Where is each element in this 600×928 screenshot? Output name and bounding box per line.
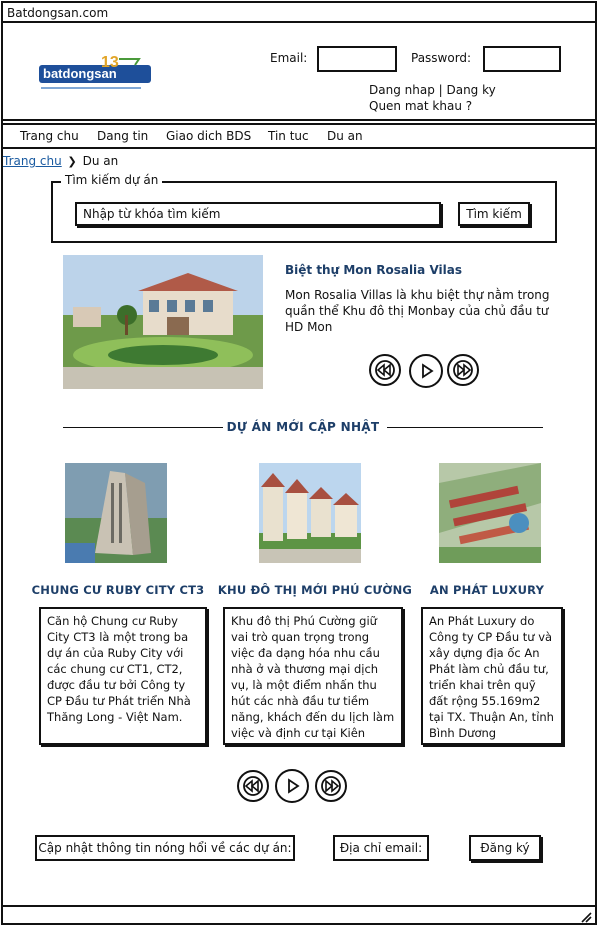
nav-item-projects[interactable]: Du an [327, 129, 363, 143]
subscribe-label: Cập nhật thông tin nóng hổi về các dự án… [35, 835, 295, 861]
subscribe-email-field[interactable]: Địa chỉ email: [333, 835, 429, 861]
project-title-phu-cuong[interactable]: KHU ĐÔ THỊ MỚI PHÚ CƯỜNG [217, 583, 413, 597]
password-label: Password: [411, 51, 472, 65]
featured-project-title[interactable]: Biệt thự Mon Rosalia Vilas [285, 263, 462, 277]
featured-rewind-button[interactable] [369, 354, 401, 386]
email-input[interactable] [317, 46, 397, 72]
featured-project-description: Mon Rosalia Villas là khu biệt thự nằm t… [285, 288, 550, 334]
project-thumb-phu-cuong[interactable] [259, 463, 361, 563]
search-input[interactable]: Nhập từ khóa tìm kiếm [75, 202, 441, 226]
chevron-right-icon: ❯ [67, 155, 77, 168]
logo-badge: 13 [101, 55, 119, 71]
projects-rewind-button[interactable] [237, 770, 269, 802]
forgot-password-link[interactable]: Quen mat khau ? [369, 99, 472, 113]
play-icon [422, 363, 434, 379]
breadcrumb-home-link[interactable]: Trang chu [3, 154, 62, 168]
site-logo[interactable]: batdongsan 13 [39, 54, 153, 95]
project-card-ruby-city: Căn hộ Chung cư Ruby City CT3 là một tro… [39, 607, 207, 745]
resize-grip-icon[interactable] [579, 910, 593, 924]
search-button[interactable]: Tìm kiếm [458, 202, 530, 226]
project-title-an-phat[interactable]: AN PHÁT LUXURY [417, 583, 557, 597]
main-nav: Trang chu Dang tin Giao dich BDS Tin tuc… [3, 123, 595, 149]
projects-play-button[interactable] [275, 769, 309, 803]
breadcrumb: Trang chu ❯ Du an [3, 154, 118, 168]
project-card-phu-cuong: Khu đô thị Phú Cường giữ vai trò quan tr… [223, 607, 403, 745]
project-thumb-an-phat[interactable] [439, 463, 541, 563]
browser-window: Batdongsan.com batdongsan 13 Email: Pass… [1, 1, 597, 925]
login-register-link[interactable]: Dang nhap | Dang ky [369, 83, 496, 97]
featured-project-image[interactable] [63, 255, 263, 389]
batdongsan-logo-icon: batdongsan 13 [39, 54, 151, 89]
search-placeholder: Nhập từ khóa tìm kiếm [83, 207, 221, 221]
projects-forward-button[interactable] [315, 770, 347, 802]
search-panel: Tìm kiếm dự án Nhập từ khóa tìm kiếm Tìm… [51, 173, 557, 243]
nav-item-transactions[interactable]: Giao dich BDS [166, 129, 251, 143]
section-divider-right [387, 427, 543, 428]
breadcrumb-current: Du an [82, 154, 119, 168]
search-legend: Tìm kiếm dự án [61, 173, 163, 187]
project-title-ruby-city[interactable]: CHUNG CƯ RUBY CITY CT3 [23, 583, 213, 597]
fast-forward-icon [453, 360, 473, 380]
nav-item-home[interactable]: Trang chu [20, 129, 79, 143]
status-bar [3, 905, 595, 925]
project-card-an-phat: An Phát Luxury do Công ty CP Đầu tư và x… [421, 607, 563, 745]
fast-forward-icon [321, 776, 341, 796]
window-title: Batdongsan.com [3, 3, 595, 23]
featured-play-button[interactable] [409, 354, 443, 388]
subscribe-button[interactable]: Đăng ký [469, 835, 541, 861]
password-input[interactable] [483, 46, 561, 72]
email-label: Email: [270, 51, 308, 65]
project-thumb-ruby-city[interactable] [65, 463, 167, 563]
featured-forward-button[interactable] [447, 354, 479, 386]
nav-item-post[interactable]: Dang tin [97, 129, 148, 143]
rewind-icon [243, 776, 263, 796]
site-header: batdongsan 13 Email: Password: Dang nhap… [3, 25, 595, 121]
nav-item-news[interactable]: Tin tuc [268, 129, 309, 143]
play-icon [288, 778, 300, 794]
rewind-icon [375, 360, 395, 380]
